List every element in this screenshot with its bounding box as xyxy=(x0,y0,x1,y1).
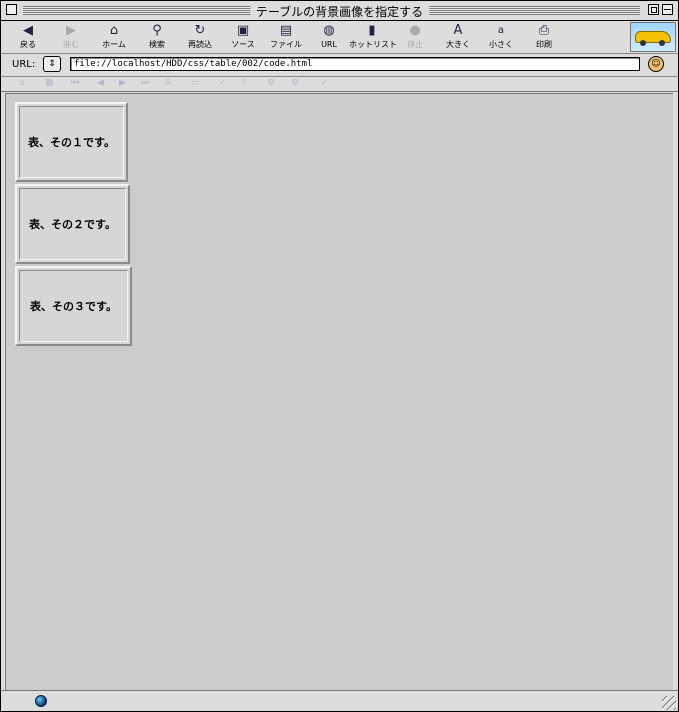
source-button[interactable]: ▣ ソース xyxy=(220,23,266,50)
close-box-icon[interactable] xyxy=(6,4,17,15)
first-page-icon[interactable]: ⏮ xyxy=(71,78,79,88)
url-button[interactable]: ◍ URL xyxy=(306,23,352,50)
url-history-popup[interactable]: ⇕ xyxy=(43,56,61,72)
mark-small-icon[interactable]: ✓ xyxy=(321,78,329,88)
search-small-icon[interactable]: ⚙ xyxy=(291,78,299,88)
address-bar: URL: ⇕ ☺ xyxy=(1,54,678,77)
navigation-toolbar: ◀ 戻る ▶ 進む ⌂ ホーム ⚲ 検索 ↻ 再読込 ▣ ソース ▤ ファイル … xyxy=(1,21,678,54)
forward-arrow-icon: ▶ xyxy=(66,23,76,38)
hotlist-icon: ▮ xyxy=(368,23,376,38)
up-down-arrows-icon: ⇕ xyxy=(48,59,56,69)
settings-small-icon[interactable]: ⚙ xyxy=(267,78,275,88)
page-content: 表、その１です。 表、その２です。 表、その３です。 xyxy=(5,93,673,690)
smaller-text-icon: a xyxy=(497,25,505,36)
search-button[interactable]: ⚲ 検索 xyxy=(134,23,180,50)
print-icon: ⎙ xyxy=(538,23,550,38)
next-page-icon[interactable]: ▶ xyxy=(119,78,126,88)
table-cell: 表、その２です。 xyxy=(19,188,126,260)
stop-button[interactable]: ● 停止 xyxy=(392,23,438,50)
car-wheel-icon xyxy=(659,40,665,46)
hotlist-button[interactable]: ▮ ホットリスト xyxy=(349,23,397,50)
url-label: URL: xyxy=(12,59,36,70)
title-bar[interactable]: テーブルの背景画像を指定する xyxy=(1,1,678,21)
smiley-icon[interactable]: ☺ xyxy=(648,56,664,72)
globe-icon xyxy=(35,695,47,707)
forward-button[interactable]: ▶ 進む xyxy=(48,23,94,50)
previous-page-icon[interactable]: ◀ xyxy=(97,78,104,88)
back-button[interactable]: ◀ 戻る xyxy=(5,23,51,50)
home-icon: ⌂ xyxy=(109,23,119,38)
table-cell: 表、その１です。 xyxy=(19,106,124,178)
table-3: 表、その３です。 xyxy=(15,266,132,346)
secondary-toolbar: ⌂ ▦ ⏮ ◀ ▶ ⏭ A ▭ ✓ ? ⚙ ⚙ ✓ xyxy=(1,77,678,92)
window-title: テーブルの背景画像を指定する xyxy=(249,3,430,20)
last-page-icon[interactable]: ⏭ xyxy=(141,78,149,88)
bookmark-small-icon[interactable]: ✓ xyxy=(219,78,227,88)
reload-icon: ↻ xyxy=(194,23,206,38)
table-cell: 表、その３です。 xyxy=(19,270,128,342)
car-wheel-icon xyxy=(640,40,646,46)
stop-icon: ● xyxy=(409,23,421,38)
larger-text-icon: A xyxy=(453,23,463,38)
print-button[interactable]: ⎙ 印刷 xyxy=(521,23,567,50)
text-small-icon[interactable]: A xyxy=(165,78,171,88)
larger-text-button[interactable]: A 大きく xyxy=(435,23,481,50)
url-input[interactable] xyxy=(70,57,640,71)
browser-window: テーブルの背景画像を指定する ◀ 戻る ▶ 進む ⌂ ホーム ⚲ 検索 ↻ 再読… xyxy=(0,0,679,712)
zoom-box-icon[interactable] xyxy=(648,4,659,15)
help-small-icon[interactable]: ? xyxy=(241,78,246,88)
browser-logo[interactable] xyxy=(630,22,676,52)
back-arrow-icon: ◀ xyxy=(23,23,33,38)
image-small-icon[interactable]: ▭ xyxy=(191,78,200,88)
home-small-icon[interactable]: ⌂ xyxy=(19,78,25,88)
smaller-text-button[interactable]: a 小さく xyxy=(478,23,524,50)
file-button[interactable]: ▤ ファイル xyxy=(263,23,309,50)
resize-grip-icon[interactable] xyxy=(662,696,676,710)
file-icon: ▤ xyxy=(279,23,293,38)
status-bar xyxy=(1,690,678,712)
source-icon: ▣ xyxy=(236,23,250,38)
collapse-box-icon[interactable] xyxy=(662,4,673,15)
table-1: 表、その１です。 xyxy=(15,102,128,182)
magnifier-icon: ⚲ xyxy=(152,23,162,38)
grid-small-icon[interactable]: ▦ xyxy=(45,78,54,88)
table-2: 表、その２です。 xyxy=(15,184,130,264)
reload-button[interactable]: ↻ 再読込 xyxy=(177,23,223,50)
globe-icon: ◍ xyxy=(323,23,335,38)
home-button[interactable]: ⌂ ホーム xyxy=(91,23,137,50)
